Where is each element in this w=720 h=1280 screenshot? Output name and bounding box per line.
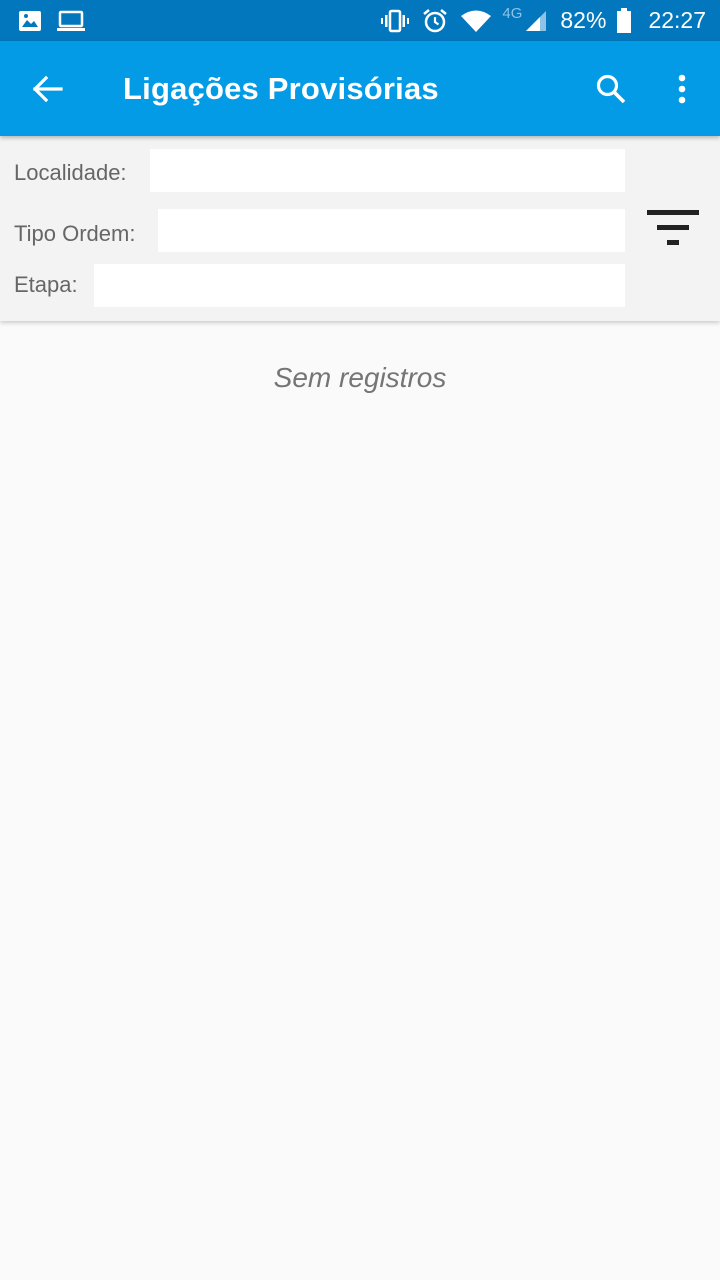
back-button[interactable] — [30, 72, 66, 106]
search-icon — [596, 74, 626, 104]
clock: 22:27 — [648, 7, 706, 33]
localidade-label: Localidade: — [14, 160, 127, 185]
status-bar: 4G 82% 22:27 — [0, 0, 720, 41]
filter-panel: Localidade: Tipo Ordem: Etapa: — [0, 136, 720, 321]
page-title: Ligações Provisórias — [123, 71, 439, 106]
alarm-icon — [422, 8, 448, 34]
battery-percent: 82% — [560, 7, 607, 33]
arrow-back-icon — [33, 75, 63, 103]
localidade-field[interactable] — [150, 149, 625, 192]
vibrate-icon — [380, 9, 410, 33]
tipo-ordem-label: Tipo Ordem: — [14, 221, 136, 246]
wifi-icon — [460, 9, 492, 33]
image-icon — [18, 10, 42, 32]
etapa-field[interactable] — [94, 264, 625, 307]
more-vert-icon — [678, 74, 686, 104]
signal-icon — [524, 9, 548, 33]
network-type: 4G — [502, 5, 523, 22]
filter-button[interactable] — [642, 208, 702, 248]
battery-icon — [616, 7, 632, 34]
tipo-ordem-field[interactable] — [158, 209, 625, 252]
app-bar: Ligações Provisórias — [0, 41, 720, 136]
etapa-label: Etapa: — [14, 272, 78, 297]
search-button[interactable] — [592, 70, 630, 108]
empty-state-message: Sem registros — [273, 362, 447, 393]
laptop-icon — [56, 10, 86, 32]
more-options-button[interactable] — [666, 70, 698, 108]
